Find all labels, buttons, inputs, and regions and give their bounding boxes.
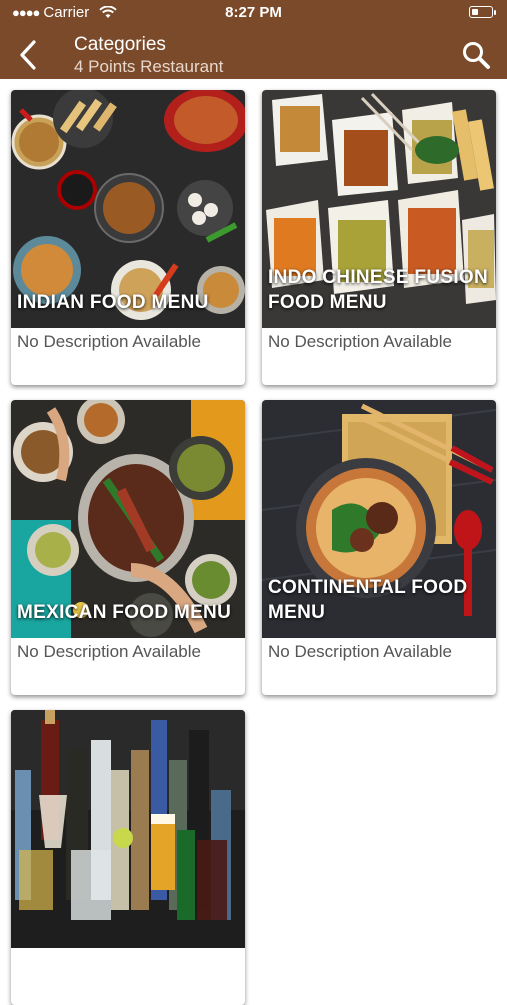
- category-card-indian[interactable]: INDIAN FOOD MENU No Description Availabl…: [11, 90, 245, 385]
- category-card-continental[interactable]: CONTINENTAL FOOD MENU No Description Ava…: [262, 400, 496, 695]
- search-button[interactable]: [461, 40, 491, 70]
- drinks-image: [11, 710, 245, 948]
- category-grid: INDIAN FOOD MENU No Description Availabl…: [0, 79, 507, 1005]
- navigation-bar: ●●●● Carrier 8:27 PM Categories 4 Points…: [0, 0, 507, 79]
- category-description: No Description Available: [17, 332, 201, 351]
- category-name: CONTINENTAL FOOD MENU: [268, 577, 468, 623]
- category-name: INDIAN FOOD MENU: [17, 292, 209, 313]
- category-card-mexican[interactable]: MEXICAN FOOD MENU No Description Availab…: [11, 400, 245, 695]
- category-card-indo-chinese[interactable]: INDO CHINESE FUSION FOOD MENU No Descrip…: [262, 90, 496, 385]
- restaurant-name: 4 Points Restaurant: [74, 57, 224, 76]
- search-icon: [463, 42, 490, 69]
- page-title: Categories: [74, 34, 166, 55]
- back-button[interactable]: [14, 38, 44, 72]
- status-bar: ●●●● Carrier 8:27 PM: [0, 0, 507, 26]
- category-name: INDO CHINESE FUSION FOOD MENU: [268, 267, 488, 313]
- header-titles: Categories 4 Points Restaurant: [74, 34, 223, 78]
- category-card-drinks[interactable]: [11, 710, 245, 1005]
- category-name: MEXICAN FOOD MENU: [17, 602, 232, 623]
- battery-icon: [469, 6, 496, 18]
- chevron-left-icon: [20, 40, 36, 70]
- status-time: 8:27 PM: [225, 4, 282, 21]
- category-description: No Description Available: [268, 332, 452, 351]
- category-description: No Description Available: [268, 642, 452, 661]
- category-description: No Description Available: [17, 642, 201, 661]
